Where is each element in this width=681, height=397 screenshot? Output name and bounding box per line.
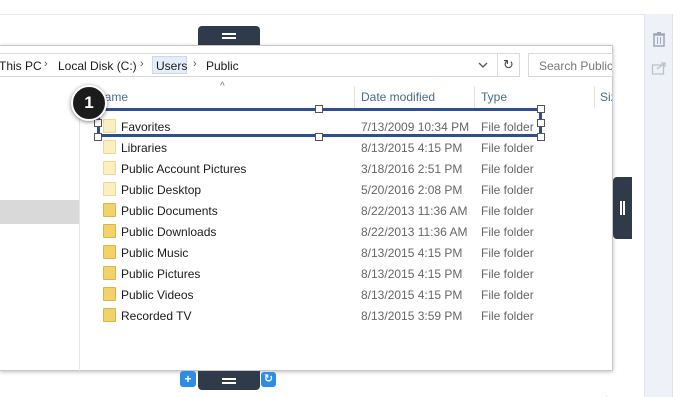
file-type: File folder <box>481 309 534 323</box>
list-item[interactable]: Public Downloads 8/22/2013 11:36 AM File f… <box>100 221 540 242</box>
drag-handle-top[interactable] <box>198 26 260 45</box>
resize-handle[interactable] <box>315 105 323 113</box>
file-type: File folder <box>481 225 534 239</box>
resize-handle[interactable] <box>94 119 102 127</box>
file-name[interactable]: Public Desktop <box>121 183 201 197</box>
navigation-pane <box>0 89 80 371</box>
search-input[interactable]: Search Public <box>528 53 613 77</box>
breadcrumb-separator: › <box>140 58 144 70</box>
refresh-button[interactable]: ↻ <box>498 53 520 77</box>
folder-icon <box>103 203 116 217</box>
list-item[interactable]: Public Pictures 8/13/2015 4:15 PM File fol… <box>100 263 540 284</box>
list-item[interactable]: Public Documents 8/22/2013 11:36 AM File f… <box>100 200 540 221</box>
file-date-modified: 8/13/2015 4:15 PM <box>361 288 463 302</box>
column-header-size[interactable]: Size <box>600 90 612 104</box>
step-number-badge[interactable]: 1 <box>71 85 107 121</box>
scrollbar[interactable] <box>672 14 681 397</box>
file-name[interactable]: Public Documents <box>121 204 218 218</box>
trash-icon[interactable] <box>651 31 667 47</box>
file-date-modified: 8/22/2013 11:36 AM <box>361 204 468 218</box>
refresh-icon: ↻ <box>503 57 514 72</box>
folder-icon <box>103 224 116 238</box>
breadcrumb-users[interactable]: Users <box>156 59 187 73</box>
list-item[interactable]: Recorded TV 8/13/2015 3:59 PM File folder <box>100 305 540 326</box>
breadcrumb-separator: › <box>193 58 197 70</box>
file-date-modified: 8/13/2015 4:15 PM <box>361 246 463 260</box>
file-type: File folder <box>481 141 534 155</box>
nav-selected-item[interactable] <box>0 200 79 224</box>
list-item[interactable]: Public Videos 8/13/2015 4:15 PM File folde… <box>100 284 540 305</box>
file-date-modified: 3/18/2016 2:51 PM <box>361 162 463 176</box>
column-header-type[interactable]: Type <box>481 90 507 104</box>
file-date-modified: 8/13/2015 3:59 PM <box>361 309 463 323</box>
file-type: File folder <box>481 183 534 197</box>
resize-handle[interactable] <box>94 133 102 141</box>
file-date-modified: 8/13/2015 4:15 PM <box>361 267 463 281</box>
file-name[interactable]: Public Downloads <box>121 225 216 239</box>
file-type: File folder <box>481 267 534 281</box>
folder-icon <box>103 308 116 322</box>
add-button[interactable]: + <box>180 371 196 387</box>
file-name[interactable]: Public Music <box>121 246 188 260</box>
chevron-down-icon[interactable] <box>478 61 488 69</box>
file-type: File folder <box>481 246 534 260</box>
breadcrumb-local-disk[interactable]: Local Disk (C:) <box>58 59 137 73</box>
file-date-modified: 5/20/2016 2:08 PM <box>361 183 463 197</box>
resize-handle[interactable] <box>537 105 545 113</box>
list-item[interactable]: Public Music 8/13/2015 4:15 PM File folder <box>100 242 540 263</box>
right-toolbar <box>644 14 672 397</box>
resize-handle[interactable] <box>537 133 545 141</box>
folder-icon <box>103 161 116 175</box>
file-name[interactable]: Libraries <box>121 141 167 155</box>
folder-icon <box>103 140 116 154</box>
folder-icon <box>103 245 116 259</box>
file-type: File folder <box>481 162 534 176</box>
share-icon[interactable] <box>651 60 667 76</box>
drag-handle-icon <box>222 33 236 35</box>
list-item[interactable]: Public Desktop 5/20/2016 2:08 PM File fold… <box>100 179 540 200</box>
file-name[interactable]: Public Pictures <box>121 267 200 281</box>
drag-handle-icon <box>222 378 236 380</box>
address-bar[interactable]: This PC › Local Disk (C:) › Users › Publ… <box>0 53 498 77</box>
list-item[interactable]: Public Account Pictures 3/18/2016 2:51 PM… <box>100 158 540 179</box>
folder-icon <box>103 287 116 301</box>
folder-icon <box>103 266 116 280</box>
drag-handle-icon <box>620 201 625 215</box>
sort-arrow-icon: ^ <box>220 81 225 92</box>
file-type: File folder <box>481 204 534 218</box>
file-name[interactable]: Public Videos <box>121 288 194 302</box>
breadcrumb-public[interactable]: Public <box>206 59 239 73</box>
resize-handle[interactable] <box>537 119 545 127</box>
resize-handle[interactable] <box>315 133 323 141</box>
breadcrumb-separator: › <box>44 58 48 70</box>
file-date-modified: 8/13/2015 4:15 PM <box>361 141 463 155</box>
drag-handle-bottom[interactable] <box>198 371 260 390</box>
side-panel-toggle[interactable] <box>613 177 632 239</box>
breadcrumb-this-pc[interactable]: This PC <box>0 59 42 73</box>
column-header-date-modified[interactable]: Date modified <box>361 90 435 104</box>
file-name[interactable]: Recorded TV <box>121 309 191 323</box>
refresh-icon[interactable]: ↻ <box>261 372 276 387</box>
file-name[interactable]: Public Account Pictures <box>121 162 246 176</box>
file-date-modified: 8/22/2013 11:36 AM <box>361 225 468 239</box>
file-type: File folder <box>481 288 534 302</box>
folder-icon <box>103 182 116 196</box>
